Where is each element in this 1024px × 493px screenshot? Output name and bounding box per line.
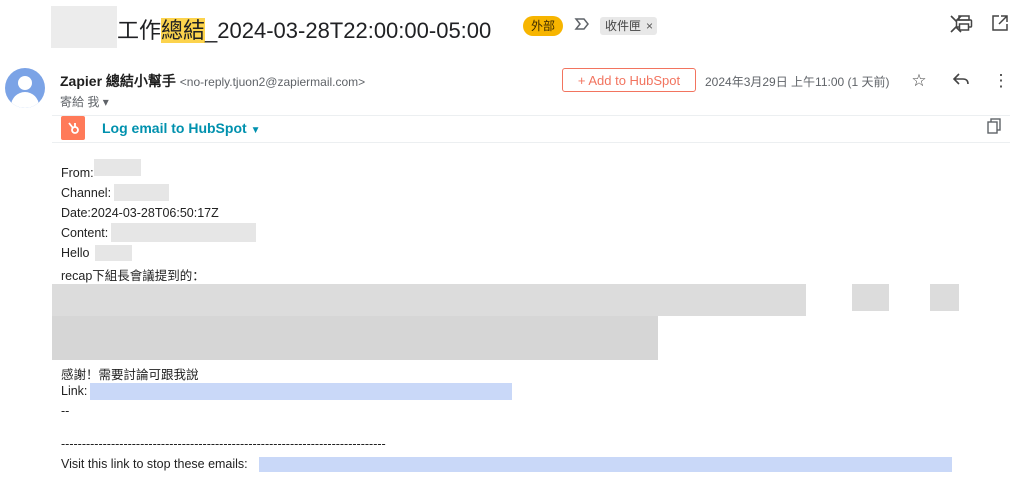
stop-emails-line: Visit this link to stop these emails: bbox=[61, 457, 248, 471]
subject-highlight: 總結 bbox=[161, 18, 206, 43]
avatar bbox=[5, 68, 45, 108]
redacted-from bbox=[94, 159, 141, 176]
sender-info: Zapier 總結小幫手 <no-reply.tjuon2@zapiermail… bbox=[60, 71, 365, 91]
redacted-name bbox=[95, 245, 132, 261]
recap-line: recap下組長會議提到的： bbox=[61, 269, 205, 283]
open-new-window-icon[interactable] bbox=[988, 14, 1012, 38]
star-icon[interactable]: ☆ bbox=[908, 70, 930, 92]
signature-dashes: -- bbox=[61, 404, 70, 418]
hubspot-logo-icon bbox=[61, 116, 85, 140]
subject-prefix: 工作 bbox=[117, 18, 162, 43]
copy-icon[interactable] bbox=[985, 118, 1003, 136]
email-subject: 工作總結_2024-03-28T22:00:00-05:00 bbox=[117, 13, 491, 45]
more-vert-icon[interactable]: ⋮ bbox=[990, 70, 1012, 92]
channel-line: Channel: bbox=[61, 186, 112, 200]
sender-email: <no-reply.tjuon2@zapiermail.com> bbox=[179, 75, 366, 89]
log-email-hubspot-dropdown[interactable]: Log email to HubSpot ▼ bbox=[102, 120, 261, 136]
date-line: Date:2024-03-28T06:50:17Z bbox=[61, 206, 219, 220]
redacted-link[interactable] bbox=[90, 383, 512, 400]
inbox-label-chip[interactable]: 收件匣 × bbox=[600, 17, 658, 35]
add-to-hubspot-button[interactable]: + Add to HubSpot bbox=[562, 68, 696, 92]
subject-rest: _2024-03-28T22:00:00-05:00 bbox=[205, 18, 492, 43]
separator-line: ----------------------------------------… bbox=[61, 437, 386, 451]
recipient-dropdown[interactable]: 寄給 我 ▾ bbox=[60, 93, 109, 110]
redacted-paragraph bbox=[52, 316, 658, 360]
caret-down-icon: ▼ bbox=[250, 125, 261, 136]
print-icon[interactable] bbox=[952, 14, 976, 38]
from-line: From: bbox=[61, 166, 94, 180]
redacted-unsubscribe-link[interactable] bbox=[259, 457, 952, 472]
hello-line: Hello bbox=[61, 246, 90, 260]
thanks-line: 感謝！需要討論可跟我說 bbox=[61, 368, 199, 382]
redacted-fragment bbox=[930, 284, 959, 311]
external-tag: 外部 bbox=[523, 16, 564, 36]
link-line: Link: bbox=[61, 384, 88, 398]
important-icon[interactable] bbox=[573, 16, 593, 36]
redacted-channel bbox=[114, 184, 169, 201]
chevron-down-icon: ▾ bbox=[102, 95, 109, 109]
remove-label-icon[interactable]: × bbox=[646, 19, 653, 33]
redacted-fragment bbox=[852, 284, 889, 311]
reply-icon[interactable] bbox=[950, 70, 972, 92]
sender-name: Zapier 總結小幫手 bbox=[60, 73, 176, 89]
redacted-paragraph bbox=[52, 284, 806, 316]
recipient-text: 寄給 我 bbox=[60, 95, 100, 109]
log-email-label: Log email to HubSpot bbox=[102, 120, 247, 136]
redacted-block bbox=[51, 6, 117, 48]
content-line: Content: bbox=[61, 226, 109, 240]
redacted-content bbox=[111, 223, 256, 242]
inbox-label-text: 收件匣 bbox=[605, 19, 642, 33]
email-datetime: 2024年3月29日 上午11:00 (1 天前) bbox=[705, 75, 890, 89]
